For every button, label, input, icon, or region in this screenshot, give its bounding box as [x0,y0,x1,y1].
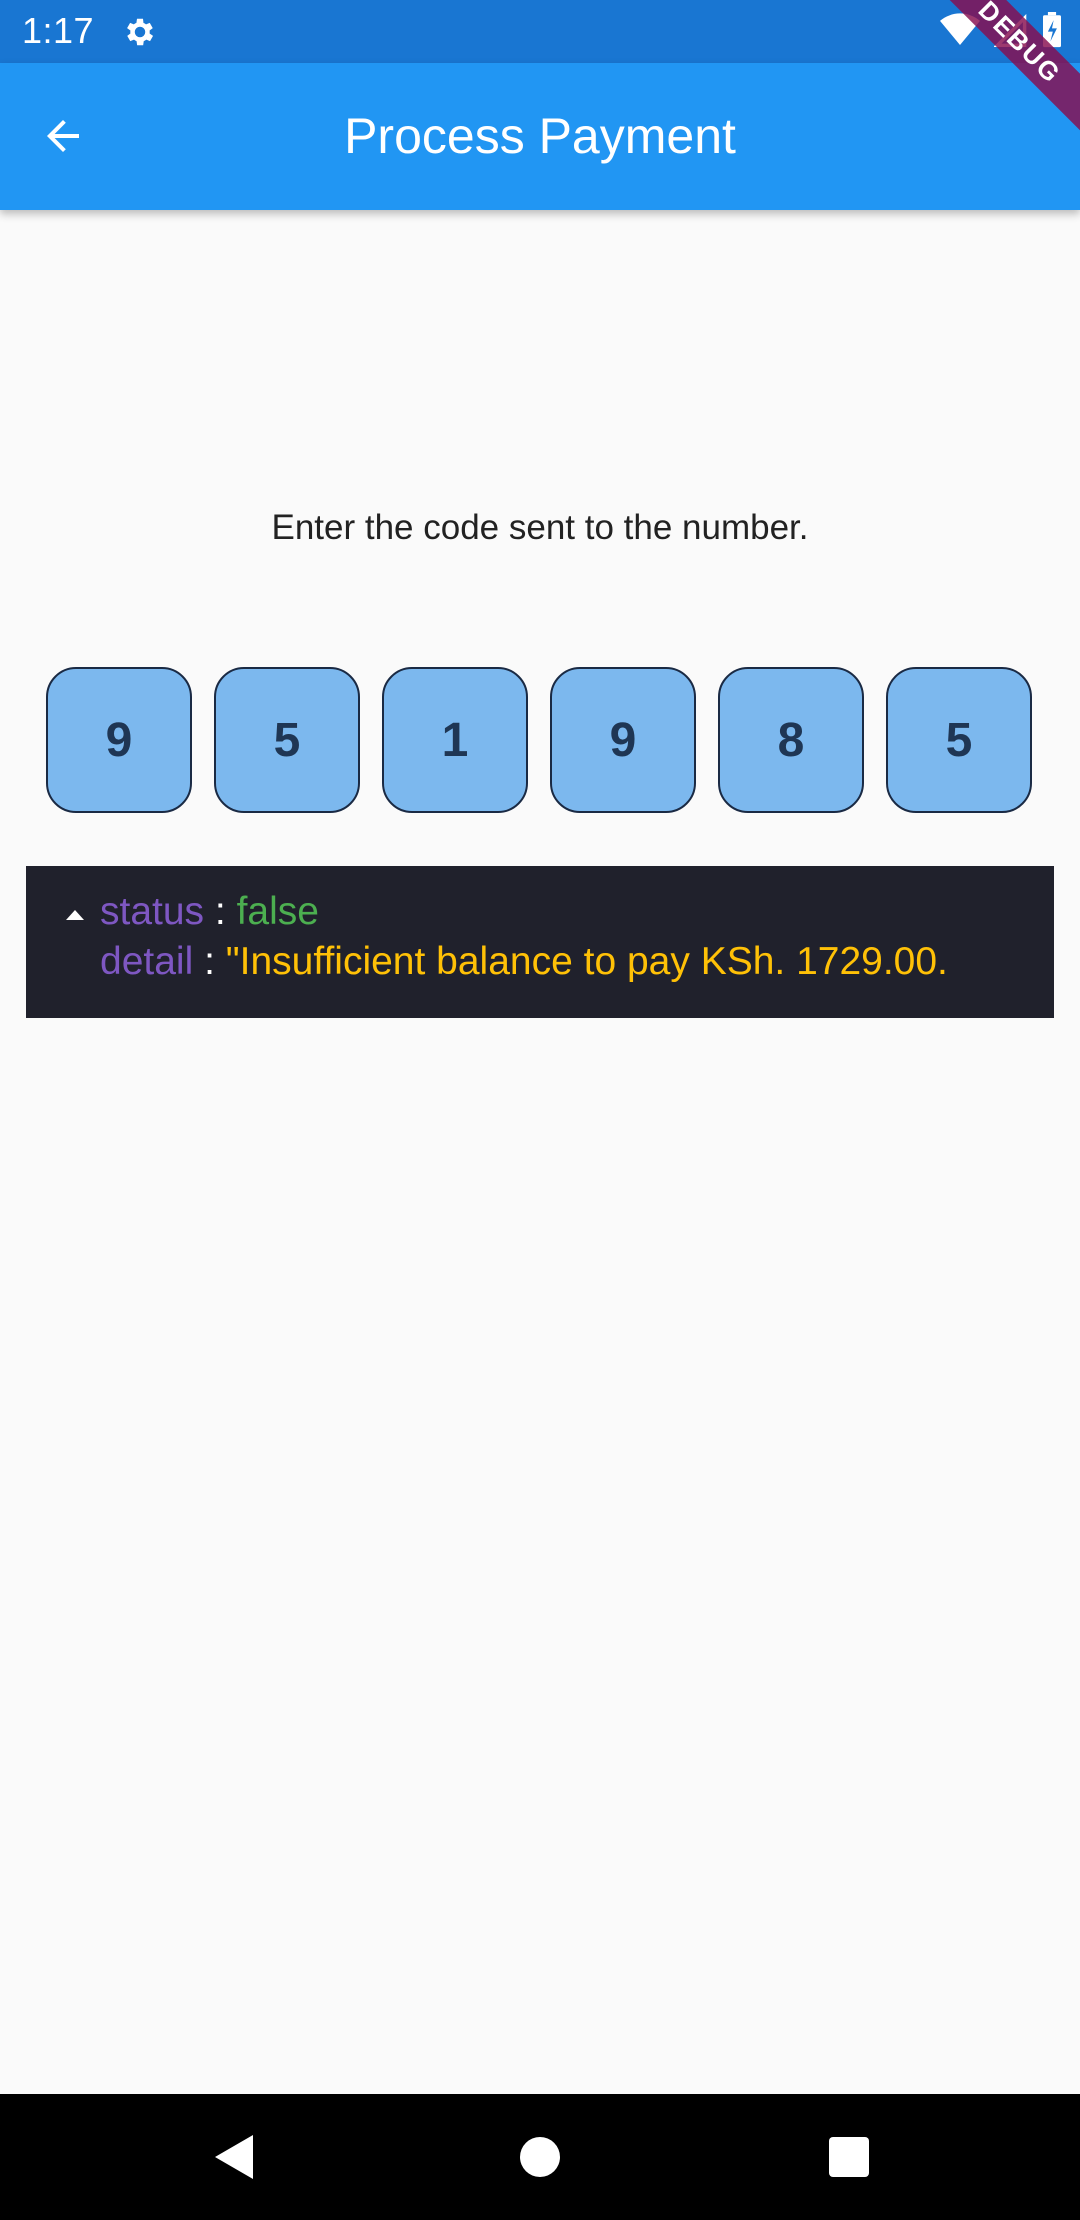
status-value: false [236,890,319,933]
system-nav-bar [0,2094,1080,2220]
response-console: status : false detail : "Insufficient ba… [26,866,1054,1018]
instruction-text: Enter the code sent to the number. [271,508,809,547]
nav-home-button[interactable] [507,2124,573,2190]
collapse-caret-icon[interactable] [66,910,84,920]
page-title: Process Payment [344,108,736,164]
gear-icon [122,14,158,50]
code-digit-box[interactable]: 5 [214,667,360,813]
detail-key: detail [100,940,194,983]
code-input-row: 9 5 1 9 8 5 [46,667,1032,813]
separator: : [214,890,226,933]
app-bar: Process Payment [0,63,1080,210]
home-circle-icon [520,2137,560,2177]
recents-square-icon [829,2137,869,2177]
nav-recents-button[interactable] [816,2124,882,2190]
status-line: status : false [100,890,319,934]
detail-line: detail : "Insufficient balance to pay KS… [100,940,948,984]
detail-value: "Insufficient balance to pay KSh. 1729.0… [225,940,948,983]
status-key: status [100,890,205,933]
separator: : [204,940,215,983]
status-time: 1:17 [22,10,95,51]
back-triangle-icon [215,2135,253,2179]
status-bar: 1:17 [0,0,1080,63]
code-digit-box[interactable]: 9 [46,667,192,813]
code-digit-box[interactable]: 8 [718,667,864,813]
code-digit-box[interactable]: 5 [886,667,1032,813]
code-digit-box[interactable]: 1 [382,667,528,813]
code-digit-box[interactable]: 9 [550,667,696,813]
nav-back-button[interactable] [200,2124,266,2190]
